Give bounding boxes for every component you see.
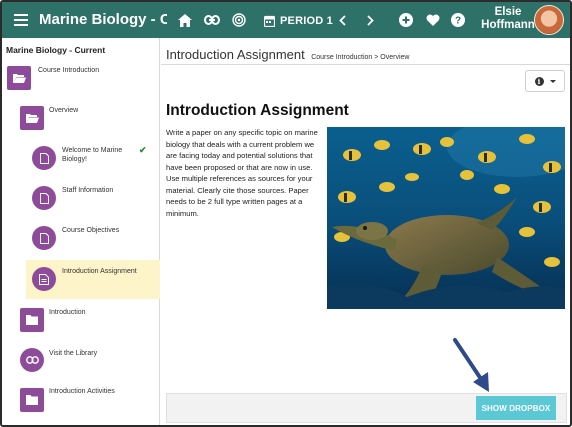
sidebar-item-label: Introduction <box>49 309 86 316</box>
sidebar-item-course-introduction[interactable]: Course Introduction <box>2 60 160 96</box>
chevron-right-icon[interactable] <box>363 11 377 29</box>
sidebar-item-label: Welcome to Marine Biology! <box>62 147 123 163</box>
sidebar-item-course-objectives[interactable]: Course Objectives <box>2 220 160 256</box>
user-name[interactable]: Elsie Hoffmann <box>480 6 536 32</box>
chevron-left-icon[interactable] <box>335 11 349 29</box>
period-selector[interactable]: PERIOD 1 <box>264 13 333 29</box>
sidebar-item-label: Visit the Library <box>49 350 98 357</box>
link-icon <box>20 348 44 372</box>
page-icon <box>32 226 56 250</box>
sidebar-item-label: Staff Information <box>62 187 114 194</box>
folder-icon <box>20 308 44 332</box>
content-title: Introduction Assignment <box>166 102 349 119</box>
sidebar-item-introduction[interactable]: Introduction <box>2 303 160 339</box>
sidebar-item-introduction-activities[interactable]: Introduction Activities <box>2 383 160 419</box>
calendar-icon <box>264 15 275 27</box>
caret-down-icon <box>549 79 556 83</box>
show-dropbox-button[interactable]: SHOW DROPBOX <box>476 396 556 420</box>
app-window: Marine Biology - Curr... PERIOD 1 <box>0 0 572 427</box>
sidebar-item-label: Course Objectives <box>62 227 120 234</box>
add-circle-icon[interactable] <box>398 11 414 29</box>
sidebar-item-label: Introduction Assignment <box>62 268 137 275</box>
sidebar-item-introduction-assignment[interactable]: Introduction Assignment <box>26 260 160 299</box>
breadcrumb[interactable]: Course Introduction > Overview <box>311 54 409 61</box>
help-icon[interactable]: ? <box>450 11 466 29</box>
sidebar-item-label: Course Introduction <box>38 67 100 74</box>
annotation-arrow-icon <box>451 336 495 396</box>
page-header: Introduction Assignment Course Introduct… <box>166 46 409 64</box>
check-icon: ✔ <box>139 145 147 155</box>
sidebar-item-staff-information[interactable]: Staff Information <box>2 180 160 216</box>
course-outline-sidebar: Marine Biology - Current Course Introduc… <box>2 38 160 425</box>
sea-turtle-image <box>327 127 565 309</box>
assignment-icon <box>32 267 56 291</box>
period-label: PERIOD 1 <box>280 15 333 27</box>
folder-open-icon <box>7 66 31 90</box>
fingerprint-icon[interactable] <box>230 11 248 29</box>
menu-icon[interactable] <box>12 11 30 29</box>
user-last-name: Hoffmann <box>481 19 535 31</box>
avatar[interactable] <box>534 5 564 35</box>
page-icon <box>32 146 56 170</box>
heart-icon[interactable] <box>425 11 441 29</box>
folder-icon <box>20 388 44 412</box>
folder-open-icon <box>20 106 44 130</box>
info-icon: i <box>534 76 544 86</box>
sidebar-item-visit-library[interactable]: Visit the Library <box>2 343 160 381</box>
info-options-button[interactable]: i <box>525 70 565 92</box>
sidebar-item-overview[interactable]: Overview <box>2 100 160 138</box>
link-icon[interactable] <box>203 11 221 29</box>
divider <box>161 64 570 65</box>
sidebar-item-label: Introduction Activities <box>49 388 115 395</box>
top-navigation-bar: Marine Biology - Curr... PERIOD 1 <box>2 2 570 38</box>
home-icon[interactable] <box>176 11 194 29</box>
sidebar-title: Marine Biology - Current <box>6 45 106 55</box>
assignment-description: Write a paper on any specific topic on m… <box>166 128 318 218</box>
sidebar-item-label: Overview <box>49 107 79 114</box>
main-content: Introduction Assignment Course Introduct… <box>161 38 570 425</box>
page-icon <box>32 186 56 210</box>
course-title[interactable]: Marine Biology - Curr... <box>39 11 167 31</box>
sidebar-item-welcome[interactable]: Welcome to Marine Biology! ✔ <box>2 140 160 176</box>
page-title: Introduction Assignment <box>166 47 305 62</box>
svg-text:?: ? <box>455 16 461 27</box>
user-first-name: Elsie <box>494 6 522 18</box>
